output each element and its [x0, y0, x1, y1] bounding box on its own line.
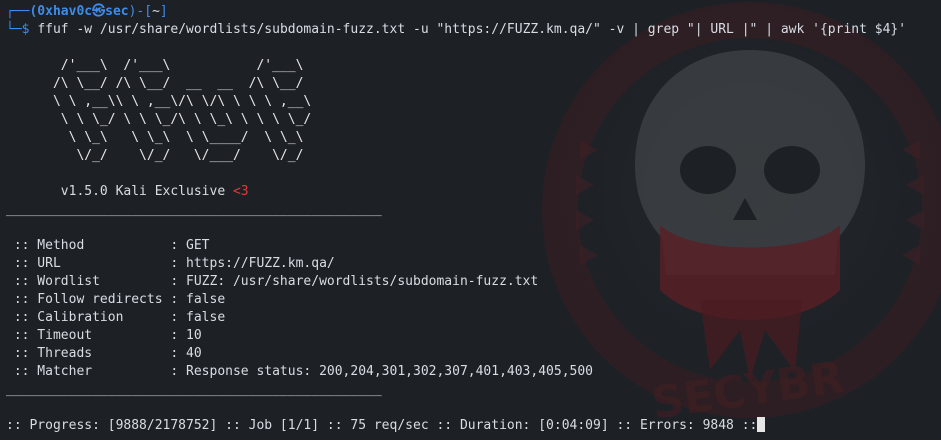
separator-bottom: ________________________________________… — [6, 382, 382, 397]
prompt-symbol: $ — [21, 22, 30, 37]
config-value: 10 — [186, 328, 202, 343]
banner-line-5: \ \_\ \ \_\ \ \____/ \ \_\ — [6, 130, 304, 145]
prompt-user-host: (0xhav0c — [29, 4, 93, 19]
banner-line-4: \ \ \_/ \ \ \_/\ \ \_\ \ \ \ \_/ — [6, 112, 312, 127]
config-matcher: :: Matcher : Response status: 200,204,30… — [6, 363, 941, 381]
config-value: false — [186, 310, 226, 325]
prompt-host: sec — [105, 4, 129, 19]
banner-line-3: \ \ ,__\\ \ ,__\/\ \/\ \ \ \ ,__\ — [6, 94, 312, 109]
prompt-header-line: ┌──(0xhav0c㉿sec)-[~] — [6, 4, 168, 19]
terminal-cursor — [757, 417, 766, 432]
version-heart: <3 — [232, 184, 249, 199]
command-text: ffuf -w /usr/share/wordlists/subdomain-f… — [37, 22, 907, 37]
config-value: 40 — [186, 346, 202, 361]
banner-line-6: \/_/ \/_/ \/___/ \/_/ — [6, 148, 304, 163]
config-key: :: Matcher : — [6, 364, 187, 379]
config-calibration: :: Calibration : false — [6, 309, 941, 327]
config-method: :: Method : GET — [6, 237, 941, 255]
config-timeout: :: Timeout : 10 — [6, 327, 941, 345]
config-key: :: Wordlist : — [6, 274, 187, 289]
config-wordlist: :: Wordlist : FUZZ: /usr/share/wordlists… — [6, 273, 941, 291]
config-value: GET — [186, 238, 210, 253]
separator-top: ________________________________________… — [6, 202, 382, 217]
config-key: :: Follow redirects : — [6, 292, 187, 307]
prompt-at-icon: ㉿ — [92, 4, 106, 19]
banner-line-2: /\ \__/ /\ \__/ __ __ /\ \__/ — [6, 76, 304, 91]
config-url: :: URL : https://FUZZ.km.qa/ — [6, 255, 941, 273]
prompt-dir: ~ — [152, 4, 160, 19]
banner-line-1: /'___\ /'___\ /'___\ — [6, 58, 304, 73]
config-value: https://FUZZ.km.qa/ — [186, 256, 335, 271]
config-key: :: URL : — [6, 256, 187, 271]
config-key: :: Timeout : — [6, 328, 187, 343]
config-key: :: Threads : — [6, 346, 187, 361]
progress-line: :: Progress: [9888/2178752] :: Job [1/1]… — [6, 417, 941, 435]
terminal-output[interactable]: ┌──(0xhav0c㉿sec)-[~] └─$ ffuf -w /usr/sh… — [0, 0, 941, 440]
config-follow-redirects: :: Follow redirects : false — [6, 291, 941, 309]
config-value: FUZZ: /usr/share/wordlists/subdomain-fuz… — [186, 274, 539, 289]
config-value: false — [186, 292, 226, 307]
config-key: :: Calibration : — [6, 310, 187, 325]
config-threads: :: Threads : 40 — [6, 345, 941, 363]
version-text: v1.5.0 Kali Exclusive — [6, 184, 233, 199]
progress-text: :: Progress: [9888/2178752] :: Job [1/1]… — [6, 418, 758, 433]
command-line: └─$ ffuf -w /usr/share/wordlists/subdoma… — [6, 22, 907, 37]
config-value: Response status: 200,204,301,302,307,401… — [186, 364, 594, 379]
version-line: v1.5.0 Kali Exclusive <3 — [6, 183, 941, 201]
config-key: :: Method : — [6, 238, 187, 253]
